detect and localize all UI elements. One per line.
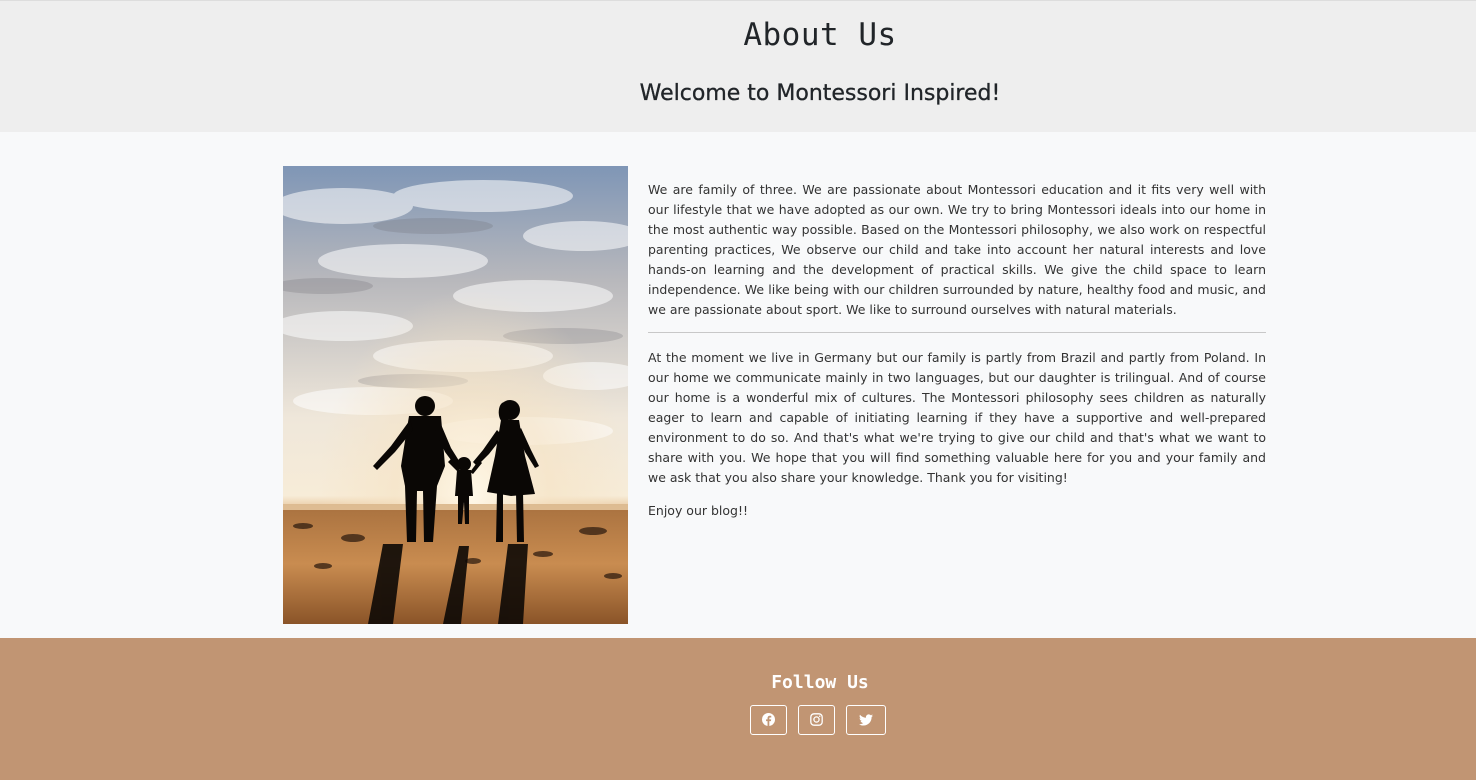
welcome-heading: Welcome to Montessori Inspired! xyxy=(639,81,1001,106)
facebook-icon xyxy=(762,711,775,730)
page-footer: Follow Us xyxy=(0,638,1476,780)
instagram-icon xyxy=(810,711,823,730)
about-paragraph-2: At the moment we live in Germany but our… xyxy=(648,350,1266,485)
twitter-icon xyxy=(859,711,873,730)
family-photo xyxy=(283,166,628,624)
page-header: About Us Welcome to Montessori Inspired! xyxy=(0,0,1476,132)
social-links xyxy=(750,705,886,735)
instagram-button[interactable] xyxy=(798,705,835,735)
follow-us-heading: Follow Us xyxy=(771,672,869,693)
page-title: About Us xyxy=(743,17,897,53)
closing-line: Enjoy our blog!! xyxy=(648,503,749,518)
twitter-button[interactable] xyxy=(846,705,886,735)
about-paragraph-1: We are family of three. We are passionat… xyxy=(648,182,1266,317)
about-text: We are family of three. We are passionat… xyxy=(648,180,1266,521)
section-divider xyxy=(648,332,1266,333)
facebook-button[interactable] xyxy=(750,705,787,735)
about-section: We are family of three. We are passionat… xyxy=(0,132,1476,638)
